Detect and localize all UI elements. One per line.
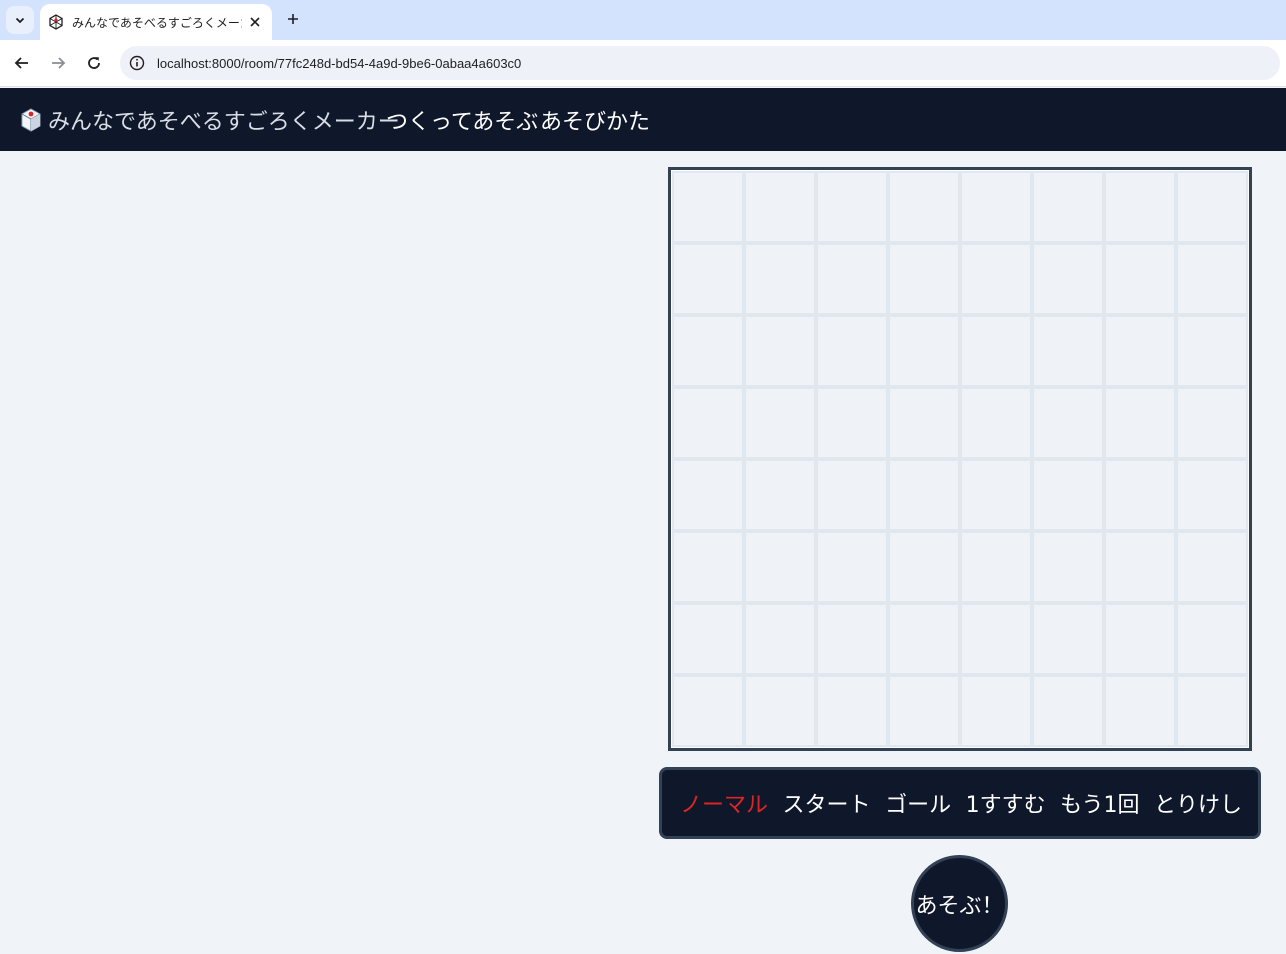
board-cell[interactable] [888,315,960,387]
reload-button[interactable] [82,51,106,75]
reload-icon [88,57,100,69]
board-cell[interactable] [744,675,816,747]
board-cell[interactable] [744,243,816,315]
board-cell[interactable] [1176,315,1248,387]
board-cell[interactable] [888,243,960,315]
board-cell[interactable] [1176,531,1248,603]
board-cell[interactable] [960,603,1032,675]
dice-logo-icon [20,107,42,133]
board-cell[interactable] [1104,243,1176,315]
board-cell[interactable] [816,243,888,315]
board-cell[interactable] [672,603,744,675]
board-cell[interactable] [1032,171,1104,243]
board-cell[interactable] [1032,531,1104,603]
board-cell[interactable] [1176,459,1248,531]
arrow-left-icon [14,57,28,69]
board-cell[interactable] [1032,243,1104,315]
back-button[interactable] [10,51,34,75]
board-cell[interactable] [816,531,888,603]
tab-title: みんなであそべるすごろくメーカー [72,15,242,30]
board-cell[interactable] [744,459,816,531]
board-cell[interactable] [672,387,744,459]
board-cell[interactable] [1104,675,1176,747]
board-cell[interactable] [1032,387,1104,459]
tool-advance-one[interactable]: 1すすむ [966,787,1046,819]
board-cell[interactable] [744,531,816,603]
site-info-icon[interactable] [120,46,154,80]
board-cell[interactable] [1104,171,1176,243]
forward-button[interactable] [46,51,70,75]
board-cell[interactable] [1176,603,1248,675]
board-cell[interactable] [888,459,960,531]
board-cell[interactable] [744,387,816,459]
arrow-right-icon [52,57,66,69]
board-cell[interactable] [888,603,960,675]
board-cell[interactable] [1032,459,1104,531]
tool-erase[interactable]: とりけし [1154,787,1242,819]
plus-icon [288,14,298,24]
board-cell[interactable] [1104,531,1176,603]
tool-palette: ノーマル スタート ゴール 1すすむ もう1回 とりけし [659,767,1261,839]
board-cell[interactable] [816,603,888,675]
tab-search-button[interactable] [6,6,34,34]
browser-tab[interactable]: みんなであそべるすごろくメーカー [40,4,272,40]
board-cell[interactable] [1032,315,1104,387]
board-cell[interactable] [672,675,744,747]
board-cell[interactable] [1176,387,1248,459]
board-cell[interactable] [960,675,1032,747]
board-cell[interactable] [888,531,960,603]
board-cell[interactable] [960,243,1032,315]
board-cell[interactable] [672,315,744,387]
board-grid [672,171,1248,747]
board-cell[interactable] [816,171,888,243]
board-cell[interactable] [1176,243,1248,315]
board-cell[interactable] [816,387,888,459]
browser-tab-strip: みんなであそべるすごろくメーカー [0,0,1286,40]
board-cell[interactable] [672,171,744,243]
tool-normal[interactable]: ノーマル [680,787,768,819]
brand-link[interactable]: みんなであそべるすごろくメーカー [20,88,400,151]
board-cell[interactable] [1104,387,1176,459]
url-text: localhost:8000/room/77fc248d-bd54-4a9d-9… [157,55,522,71]
board-cell[interactable] [1176,675,1248,747]
board-cell[interactable] [816,675,888,747]
board-cell[interactable] [960,459,1032,531]
nav-link-create-play[interactable]: つくってあそぶ [386,88,538,151]
address-bar[interactable]: localhost:8000/room/77fc248d-bd54-4a9d-9… [120,46,1280,80]
board-cell[interactable] [888,387,960,459]
board-cell[interactable] [816,315,888,387]
board-cell[interactable] [672,459,744,531]
board-cell[interactable] [888,171,960,243]
board-cell[interactable] [672,531,744,603]
board-cell[interactable] [888,675,960,747]
board-cell[interactable] [1176,171,1248,243]
board-cell[interactable] [744,315,816,387]
app-navbar: みんなであそべるすごろくメーカー つくってあそぶ あそびかた [0,88,1286,151]
board-cell[interactable] [1104,459,1176,531]
new-tab-button[interactable] [282,8,304,30]
board-cell[interactable] [744,171,816,243]
board-cell[interactable] [1032,675,1104,747]
board-cell[interactable] [960,315,1032,387]
board-cell[interactable] [960,171,1032,243]
board-cell[interactable] [816,459,888,531]
board-cell[interactable] [960,387,1032,459]
board-cell[interactable] [1104,315,1176,387]
chevron-down-icon [15,17,25,24]
app-favicon-icon [48,14,64,30]
brand-name: みんなであそべるすごろくメーカー [48,109,400,135]
board-cell[interactable] [1104,603,1176,675]
close-icon[interactable] [246,13,264,31]
board-cell[interactable] [672,243,744,315]
board-cell[interactable] [744,603,816,675]
sugoroku-board [668,167,1252,751]
browser-toolbar: localhost:8000/room/77fc248d-bd54-4a9d-9… [0,40,1286,87]
board-cell[interactable] [960,531,1032,603]
tool-start[interactable]: スタート [783,787,871,819]
nav-link-how-to-play[interactable]: あそびかた [540,88,650,151]
tool-goal[interactable]: ゴール [885,787,951,819]
play-button[interactable]: あそぶ！ [911,855,1008,952]
tool-roll-again[interactable]: もう1回 [1060,787,1139,819]
board-cell[interactable] [1032,603,1104,675]
